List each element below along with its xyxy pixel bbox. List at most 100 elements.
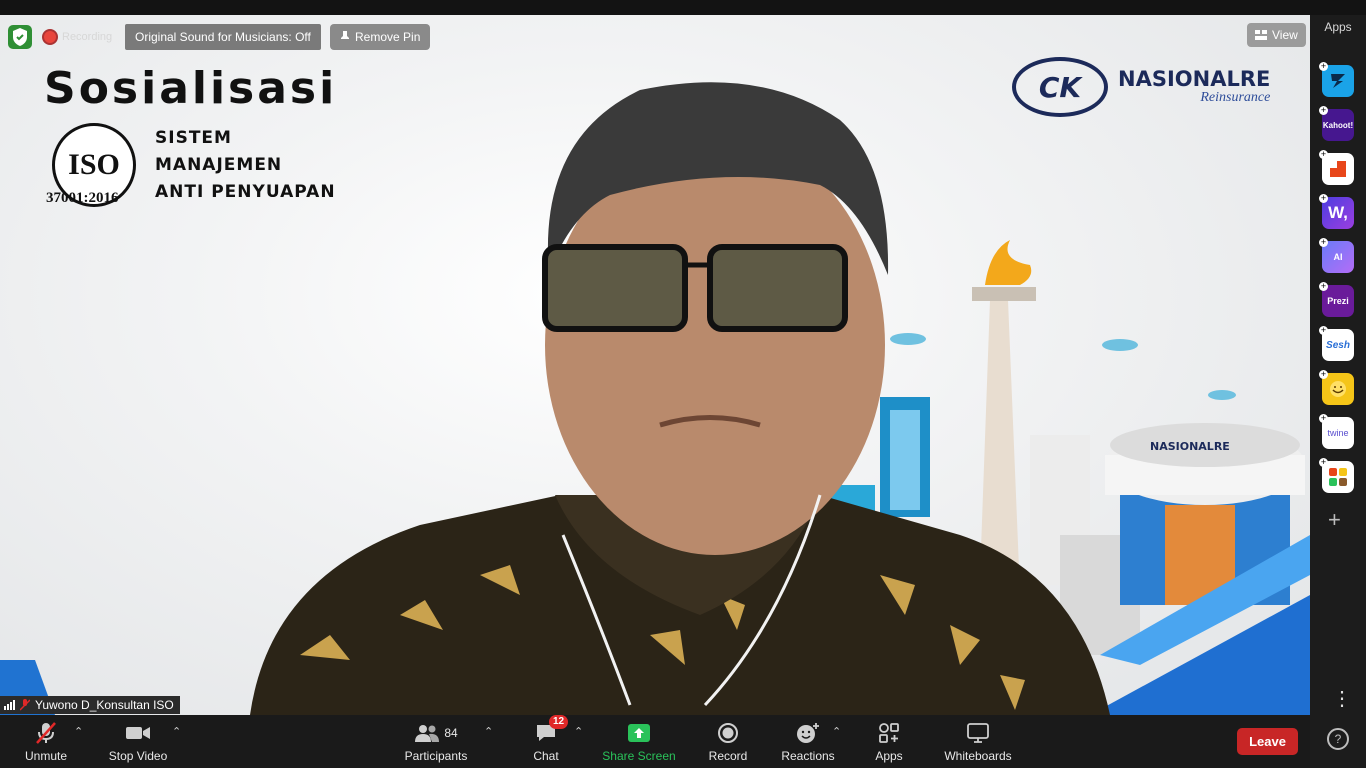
app-hypothesis[interactable]: +: [1319, 149, 1354, 185]
add-app-plus-icon: +: [1319, 61, 1328, 71]
twine-app-icon: twine: [1322, 417, 1354, 449]
video-stage: NASIONALRE Sosialisasi ISO 37001:2016 SI…: [0, 15, 1310, 715]
app-kahoot[interactable]: Kahoot! +: [1319, 105, 1354, 141]
smiley-plus-icon: [796, 721, 820, 745]
more-options-icon[interactable]: ⋮: [1332, 689, 1352, 709]
remove-pin-label: Remove Pin: [355, 30, 421, 44]
iso-badge-text: ISO: [68, 148, 120, 181]
window-top-strip: [0, 0, 1366, 15]
system-title: SISTEM MANAJEMEN ANTI PENYUAPAN: [155, 125, 336, 206]
apps-icon: [878, 721, 900, 745]
apps-label: Apps: [875, 748, 903, 763]
banner-title: Sosialisasi: [44, 63, 338, 114]
original-sound-button[interactable]: Original Sound for Musicians: Off: [125, 24, 321, 50]
record-button[interactable]: Record: [706, 715, 750, 768]
logo-name: NASIONALRE: [1118, 67, 1271, 91]
svg-text:NASIONALRE: NASIONALRE: [1150, 440, 1230, 453]
app-board[interactable]: +: [1319, 457, 1354, 493]
add-app-plus-icon: +: [1319, 193, 1328, 203]
system-line: MANAJEMEN: [155, 155, 283, 175]
muted-mic-icon: [20, 699, 30, 711]
sesh-app-icon: Sesh: [1322, 329, 1354, 361]
video-frame: NASIONALRE: [0, 82, 1310, 715]
flux-app-icon: [1322, 65, 1354, 97]
stop-video-button[interactable]: Stop Video: [106, 715, 170, 768]
participants-count: 84: [444, 725, 458, 740]
audio-options-chevron-icon[interactable]: ⌃: [74, 725, 84, 738]
app-prezi[interactable]: Prezi +: [1319, 281, 1354, 317]
apps-sidebar: Apps + Kahoot! + + W, + AI + Prezi + Ses…: [1310, 15, 1366, 768]
app-emoji[interactable]: +: [1319, 369, 1354, 405]
participants-label: Participants: [404, 748, 468, 763]
stop-video-label: Stop Video: [108, 748, 168, 763]
add-app-plus-icon: +: [1319, 325, 1328, 335]
app-sesh[interactable]: Sesh +: [1319, 325, 1354, 361]
meeting-toolbar: Unmute ⌃ Stop Video ⌃ 84 Participants ⌃ …: [0, 714, 1310, 768]
system-line: ANTI PENYUAPAN: [155, 182, 336, 202]
chat-label: Chat: [533, 748, 559, 763]
add-app-plus-icon: +: [1319, 237, 1328, 247]
chat-button[interactable]: 12 Chat: [530, 714, 569, 768]
iso-number: 37001:2016: [46, 190, 119, 206]
board-app-icon: [1322, 461, 1354, 493]
reactions-button[interactable]: Reactions: [780, 715, 836, 768]
emoji-app-icon: [1322, 373, 1354, 405]
system-line: SISTEM: [155, 128, 232, 148]
share-screen-label: Share Screen: [602, 748, 676, 763]
add-app-plus-icon: +: [1319, 149, 1328, 159]
chat-bubble-icon: 12: [535, 714, 569, 745]
view-label: View: [1272, 28, 1298, 42]
record-icon: [717, 721, 739, 745]
add-app-plus-icon: +: [1319, 369, 1328, 379]
view-button[interactable]: View: [1247, 23, 1306, 47]
add-app-plus-icon: +: [1319, 281, 1328, 291]
add-app-plus-icon: +: [1319, 457, 1328, 467]
recording-indicator[interactable]: Recording: [44, 27, 112, 47]
security-shield-icon[interactable]: [8, 25, 32, 49]
app-twine[interactable]: twine +: [1319, 413, 1354, 449]
add-app-plus-icon: +: [1319, 413, 1328, 423]
unmute-button[interactable]: Unmute: [20, 715, 72, 768]
app-flux[interactable]: +: [1319, 61, 1354, 97]
apps-button[interactable]: Apps: [872, 715, 906, 768]
logo-mark: CK: [1012, 57, 1108, 117]
add-app-plus-icon: +: [1319, 105, 1328, 115]
chat-chevron-icon[interactable]: ⌃: [574, 725, 584, 738]
add-app-plus-icon[interactable]: +: [1328, 509, 1341, 531]
ai-app-icon: AI: [1322, 241, 1354, 273]
remove-pin-button[interactable]: Remove Pin: [330, 24, 431, 50]
unmute-label: Unmute: [24, 748, 68, 763]
whiteboards-label: Whiteboards: [944, 748, 1012, 763]
leave-button[interactable]: Leave: [1237, 728, 1298, 755]
record-label: Record: [708, 748, 748, 763]
share-screen-button[interactable]: Share Screen: [600, 715, 678, 768]
record-dot-icon: [44, 31, 56, 43]
signal-bars-icon: [4, 700, 15, 710]
recording-label: Recording: [62, 31, 113, 43]
whiteboard-icon: [966, 721, 990, 745]
help-icon[interactable]: ?: [1327, 728, 1349, 750]
muted-mic-icon: [34, 721, 58, 745]
grid-icon: [1255, 30, 1267, 40]
logo-subtitle: Reinsurance: [1200, 90, 1271, 105]
reactions-chevron-icon[interactable]: ⌃: [832, 725, 842, 738]
reactions-label: Reactions: [781, 748, 835, 763]
share-screen-icon: [627, 721, 651, 745]
whiteboards-button[interactable]: Whiteboards: [940, 715, 1016, 768]
participant-name: Yuwono D_Konsultan ISO: [35, 698, 174, 712]
video-options-chevron-icon[interactable]: ⌃: [172, 725, 182, 738]
pin-icon: [341, 31, 349, 43]
wooclap-app-icon: W,: [1322, 197, 1354, 229]
logo-mark-text: CK: [1038, 70, 1082, 104]
app-wooclap[interactable]: W, +: [1319, 193, 1354, 229]
participants-button[interactable]: 84 Participants: [402, 715, 470, 768]
app-ai[interactable]: AI +: [1319, 237, 1354, 273]
participants-icon: 84: [414, 721, 458, 745]
prezi-app-icon: Prezi: [1322, 285, 1354, 317]
participants-chevron-icon[interactable]: ⌃: [484, 725, 494, 738]
participant-name-tag: Yuwono D_Konsultan ISO: [0, 696, 180, 714]
kahoot-app-icon: Kahoot!: [1322, 109, 1354, 141]
company-logo: CK NASIONALRE Reinsurance: [1012, 57, 1270, 117]
hypothesis-app-icon: [1322, 153, 1354, 185]
video-camera-icon: [125, 721, 151, 745]
